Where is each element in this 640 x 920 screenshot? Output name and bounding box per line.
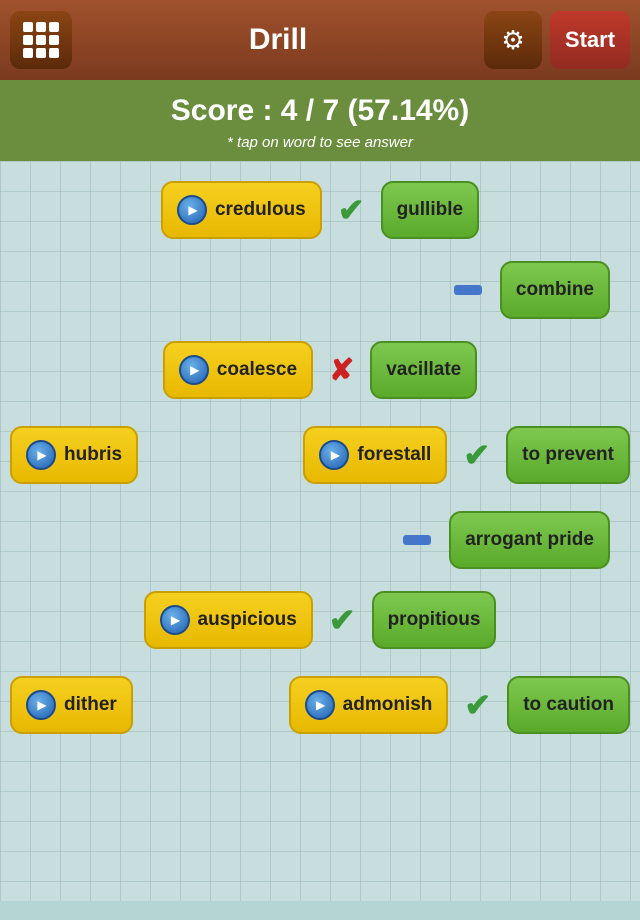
word-coalesce: coalesce <box>217 359 297 381</box>
start-button[interactable]: Start <box>550 11 630 69</box>
drill-row-7: dither admonish ✔ to caution <box>0 676 640 734</box>
word-card-coalesce[interactable]: coalesce <box>163 341 313 399</box>
drill-row-5: arrogant pride <box>0 511 640 569</box>
word-forestall: forestall <box>357 444 431 466</box>
answer-card-propitious[interactable]: propitious <box>372 591 497 649</box>
answer-card-vacillate[interactable]: vacillate <box>370 341 477 399</box>
correct-mark-6: ✔ <box>329 601 356 639</box>
answer-card-to-caution[interactable]: to caution <box>507 676 630 734</box>
answer-arrogant-pride: arrogant pride <box>465 529 594 551</box>
drill-row-4: hubris forestall ✔ to prevent <box>0 426 640 484</box>
word-credulous: credulous <box>215 199 306 221</box>
row4-left-group: hubris <box>10 426 138 484</box>
start-label: Start <box>565 27 615 53</box>
drill-row-2: combine <box>0 261 640 319</box>
arrow-icon-4b <box>319 440 349 470</box>
answer-to-prevent: to prevent <box>522 444 614 466</box>
word-card-hubris[interactable]: hubris <box>10 426 138 484</box>
score-hint: * tap on word to see answer <box>0 134 640 151</box>
row4-right-group: forestall ✔ to prevent <box>303 426 630 484</box>
word-hubris: hubris <box>64 444 122 466</box>
row7-right-group: admonish ✔ to caution <box>289 676 630 734</box>
drill-row-6: auspicious ✔ propitious <box>0 591 640 649</box>
row7-left-group: dither <box>10 676 133 734</box>
word-card-forestall[interactable]: forestall <box>303 426 447 484</box>
word-card-credulous[interactable]: credulous <box>161 181 322 239</box>
page-title: Drill <box>249 23 307 57</box>
score-area: Score : 4 / 7 (57.14%) * tap on word to … <box>0 80 640 161</box>
arrow-icon-4 <box>26 440 56 470</box>
arrow-icon-7 <box>26 690 56 720</box>
word-dither: dither <box>64 694 117 716</box>
settings-button[interactable]: ⚙ <box>484 11 542 69</box>
unanswered-dash-2 <box>454 285 482 295</box>
arrow-icon-7b <box>305 690 335 720</box>
main-content: credulous ✔ gullible combine coalesce ✘ … <box>0 161 640 901</box>
answer-card-gullible[interactable]: gullible <box>381 181 480 239</box>
answer-card-to-prevent[interactable]: to prevent <box>506 426 630 484</box>
wrong-mark-3: ✘ <box>329 353 354 388</box>
correct-mark-1: ✔ <box>338 191 365 229</box>
correct-mark-7: ✔ <box>464 686 491 724</box>
answer-propitious: propitious <box>388 609 481 631</box>
answer-to-caution: to caution <box>523 694 614 716</box>
header-actions: ⚙ Start <box>484 11 630 69</box>
correct-mark-4: ✔ <box>463 436 490 474</box>
arrow-icon-3 <box>179 355 209 385</box>
word-admonish: admonish <box>343 694 433 716</box>
drill-row-3: coalesce ✘ vacillate <box>0 341 640 399</box>
answer-gullible: gullible <box>397 199 464 221</box>
answer-card-combine[interactable]: combine <box>500 261 610 319</box>
unanswered-dash-5 <box>403 535 431 545</box>
app-header: Drill ⚙ Start <box>0 0 640 80</box>
gear-icon: ⚙ <box>501 25 524 56</box>
grid-menu-button[interactable] <box>10 11 72 69</box>
word-auspicious: auspicious <box>198 609 297 631</box>
answer-vacillate: vacillate <box>386 359 461 381</box>
drill-row-1: credulous ✔ gullible <box>0 181 640 239</box>
word-card-auspicious[interactable]: auspicious <box>144 591 313 649</box>
arrow-icon <box>177 195 207 225</box>
word-card-dither[interactable]: dither <box>10 676 133 734</box>
score-text: Score : 4 / 7 (57.14%) <box>0 94 640 128</box>
word-card-admonish[interactable]: admonish <box>289 676 449 734</box>
answer-card-arrogant-pride[interactable]: arrogant pride <box>449 511 610 569</box>
answer-combine: combine <box>516 279 594 301</box>
grid-icon <box>23 22 59 58</box>
arrow-icon-6 <box>160 605 190 635</box>
